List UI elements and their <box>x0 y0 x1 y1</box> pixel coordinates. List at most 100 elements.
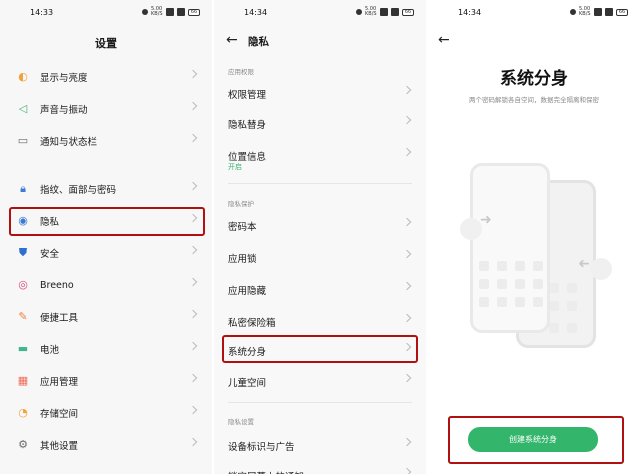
clone-description: 两个密码解锁各自空间，数据完全隔离和保密 <box>469 96 599 104</box>
app-placeholder <box>479 279 489 289</box>
swap-circle-right <box>590 258 612 280</box>
chevron-right-icon <box>188 309 198 319</box>
app-placeholder <box>533 297 543 307</box>
settings-item[interactable]: ⚙ 其他设置 <box>12 430 204 460</box>
settings-item-label: 其他设置 <box>40 441 79 452</box>
breeno-icon: ◎ <box>18 278 28 291</box>
settings-item[interactable]: 🔒︎ 指纹、面部与密码 <box>12 174 204 204</box>
status-time: 14:34 <box>458 8 482 17</box>
settings-item-label: 声音与振动 <box>40 105 88 116</box>
settings-item[interactable]: ▦ 应用管理 <box>12 366 204 396</box>
network-speed: 5.00 KB/S <box>579 6 591 17</box>
section-app-permissions: 应用权限 <box>228 68 254 76</box>
chevron-right-icon <box>188 437 198 447</box>
app-placeholder <box>533 279 543 289</box>
back-arrow-icon[interactable]: ← <box>438 32 450 48</box>
app-placeholder <box>515 261 525 271</box>
section-privacy-protection: 隐私保护 <box>228 200 254 208</box>
app-placeholder <box>479 261 489 271</box>
app-placeholder <box>549 323 559 333</box>
settings-item-label: 通知与状态栏 <box>40 137 98 148</box>
status-icons: 5.00 KB/S 66 <box>356 7 414 17</box>
privacy-item[interactable]: 位置信息 开启 <box>228 140 418 171</box>
chevron-right-icon <box>402 147 412 157</box>
bluetooth-icon <box>142 9 148 15</box>
brightness-icon: ◐ <box>18 70 28 83</box>
status-bar: 14:33 5.00 KB/S 66 <box>0 6 212 20</box>
settings-item-label: 指纹、面部与密码 <box>40 185 117 196</box>
app-placeholder <box>497 297 507 307</box>
settings-item-label: 便捷工具 <box>40 313 79 324</box>
section-privacy-settings: 隐私设置 <box>228 418 254 426</box>
privacy-item[interactable]: 应用隐藏 <box>228 274 418 304</box>
settings-item[interactable]: ▭ 通知与状态栏 <box>12 126 204 156</box>
apps-grid-icon: ▦ <box>17 374 29 387</box>
tools-icon: ✎ <box>18 310 28 323</box>
app-placeholder <box>567 283 577 293</box>
app-placeholder <box>549 283 559 293</box>
settings-item-label: 安全 <box>40 249 60 260</box>
sound-icon: ◁ <box>18 102 28 115</box>
chevron-right-icon <box>402 85 412 95</box>
settings-item-label: 电池 <box>40 345 60 356</box>
settings-item[interactable]: ◎ Breeno <box>12 270 204 300</box>
chevron-right-icon <box>402 313 412 323</box>
chevron-right-icon <box>188 341 198 351</box>
network-speed: 5.00 KB/S <box>365 6 377 17</box>
swap-circle-left <box>460 218 482 240</box>
settings-item[interactable]: ◔ 存储空间 <box>12 398 204 428</box>
app-placeholder <box>479 297 489 307</box>
chevron-right-icon <box>188 405 198 415</box>
settings-item[interactable]: ◁ 声音与振动 <box>12 94 204 124</box>
bluetooth-icon <box>356 9 362 15</box>
status-bar: 14:34 5.00 KB/S 66 <box>214 6 426 20</box>
battery-icon: ▬ <box>17 342 29 355</box>
signal-icon <box>594 8 602 16</box>
chevron-right-icon <box>402 217 412 227</box>
settings-item[interactable]: ✎ 便捷工具 <box>12 302 204 332</box>
chevron-right-icon <box>188 373 198 383</box>
app-placeholder <box>567 301 577 311</box>
page-title: 设置 <box>95 37 117 50</box>
privacy-item[interactable]: 设备标识与广告 <box>228 430 418 460</box>
battery-status: 66 <box>616 8 628 16</box>
status-icons: 5.00 KB/S 66 <box>570 7 628 17</box>
chevron-right-icon <box>402 249 412 259</box>
swap-arrow-left-icon: ➜ <box>578 256 590 272</box>
privacy-item[interactable]: 私密保险箱 <box>228 306 418 336</box>
settings-item[interactable]: ▬ 电池 <box>12 334 204 364</box>
chevron-right-icon <box>402 373 412 383</box>
divider <box>228 183 412 184</box>
privacy-item[interactable]: 隐私替身 <box>228 108 418 138</box>
settings-item[interactable]: ⛊ 安全 <box>12 238 204 268</box>
chevron-right-icon <box>402 281 412 291</box>
bluetooth-icon <box>570 9 576 15</box>
other-settings-icon: ⚙ <box>18 438 28 451</box>
chevron-right-icon <box>188 181 198 191</box>
storage-icon: ◔ <box>18 406 28 419</box>
privacy-item[interactable]: 密码本 <box>228 210 418 240</box>
back-arrow-icon[interactable]: ← <box>226 32 238 48</box>
phone-illustration-front <box>470 163 550 333</box>
security-shield-icon: ⛊ <box>18 246 28 259</box>
chevron-right-icon <box>188 69 198 79</box>
app-placeholder <box>533 261 543 271</box>
highlight-system-clone <box>222 335 418 363</box>
privacy-item-label: 权限管理 <box>228 90 267 101</box>
privacy-item[interactable]: 权限管理 <box>228 78 418 108</box>
privacy-item-label: 私密保险箱 <box>228 318 276 329</box>
chevron-right-icon <box>402 437 412 447</box>
app-placeholder <box>567 323 577 333</box>
privacy-item-label: 设备标识与广告 <box>228 442 295 453</box>
privacy-item[interactable]: 儿童空间 <box>228 366 418 396</box>
status-bar: 14:34 5.00 KB/S 66 <box>428 6 640 20</box>
create-system-clone-button[interactable]: 创建系统分身 <box>468 427 598 452</box>
swap-arrow-right-icon: ➜ <box>480 212 492 228</box>
system-clone-screen: 14:34 5.00 KB/S 66 ← 系统分身 两个密码解锁各自空间，数据完… <box>428 0 640 474</box>
network-speed: 5.00 KB/S <box>151 6 163 17</box>
settings-item[interactable]: ◐ 显示与亮度 <box>12 62 204 92</box>
privacy-item[interactable]: 锁定屏幕上的通知 <box>228 460 418 474</box>
privacy-item[interactable]: 应用锁 <box>228 242 418 272</box>
chevron-right-icon <box>188 245 198 255</box>
privacy-item-label: 位置信息 <box>228 152 267 163</box>
